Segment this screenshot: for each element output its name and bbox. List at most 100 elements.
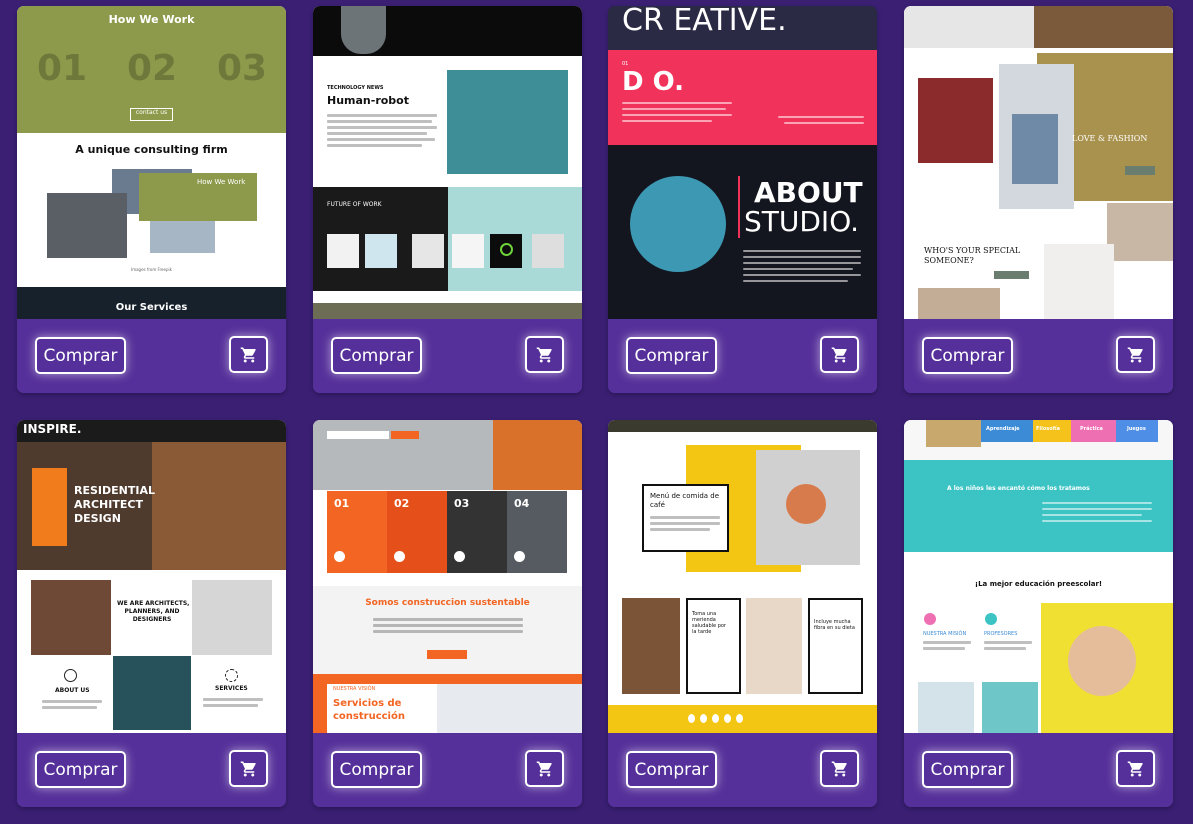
buy-button[interactable]: Comprar: [331, 337, 422, 374]
preview-stairs-image: [152, 442, 286, 570]
preview-number: 03: [217, 48, 268, 89]
preview-image: [918, 288, 1000, 319]
shopping-cart-icon: [536, 347, 552, 362]
preview-mision: NUESTRA MISIÓN: [923, 631, 967, 637]
preview-architects: WE ARE ARCHITECTS,: [117, 600, 190, 607]
preview-email-input: [327, 431, 389, 439]
preview-image: [150, 221, 215, 253]
shopping-cart-icon: [831, 761, 847, 776]
add-to-cart-button[interactable]: [525, 336, 564, 373]
preview-teal-banner: [904, 460, 1173, 552]
preview-tab-label: Juegos: [1127, 426, 1146, 432]
buy-button[interactable]: Comprar: [626, 751, 717, 788]
product-card: LOVE & FASHION WHO'S YOUR SPECIAL SOMEON…: [904, 6, 1173, 393]
egg-icon: [712, 714, 719, 723]
product-card: Menú de comida de café Toma una merienda…: [608, 420, 877, 807]
buy-button[interactable]: Comprar: [922, 751, 1013, 788]
preview-number: 02: [127, 48, 178, 89]
product-card: How We Work 01 02 03 contact us A unique…: [17, 6, 286, 393]
add-to-cart-button[interactable]: [1116, 336, 1155, 373]
arrow-icon: [394, 551, 405, 562]
preview-image: [192, 580, 272, 655]
preview-menu-title: Menú de comida de: [650, 492, 720, 500]
preview-headline: Somos construccion sustentable: [365, 598, 530, 608]
preview-step-number: 04: [514, 497, 530, 510]
add-to-cart-button[interactable]: [525, 750, 564, 787]
preview-special: WHO'S YOUR SPECIAL: [924, 246, 1021, 255]
preview-headline: Human-robot: [327, 94, 409, 107]
preview-services: Our Services: [115, 302, 188, 313]
card-footer: Comprar: [17, 319, 286, 393]
product-card: 01 02 03 04 Somos construccion sustentab…: [313, 420, 582, 807]
shopping-cart-icon: [240, 761, 256, 776]
buy-button[interactable]: Comprar: [331, 751, 422, 788]
add-to-cart-button[interactable]: [229, 336, 268, 373]
preview-creative: CR EATIVE.: [622, 6, 787, 38]
preview-tab-label: Filosofía: [1036, 426, 1060, 432]
preview-residential: RESIDENTIAL: [74, 484, 155, 497]
preview-sandals-image: [1044, 244, 1114, 319]
add-to-cart-button[interactable]: [820, 336, 859, 373]
preview-love-fashion: LOVE & FASHION: [1072, 134, 1148, 143]
arrow-icon: [514, 551, 525, 562]
preview-button: [1125, 166, 1155, 175]
preview-services: SERVICES: [215, 685, 248, 692]
card-footer: Comprar: [17, 733, 286, 807]
buy-button[interactable]: Comprar: [922, 337, 1013, 374]
preview-worker-image: [493, 420, 582, 490]
preview-image: [1034, 6, 1173, 48]
preview-image: [452, 234, 484, 268]
preview-architects: PLANNERS, AND: [124, 608, 180, 615]
preview-robot-image: [447, 70, 568, 174]
template-preview[interactable]: TECHNOLOGY NEWS Human-robot FUTURE OF WO…: [313, 6, 582, 319]
preview-kicker: TECHNOLOGY NEWS: [327, 85, 384, 91]
product-card: CR EATIVE. 01 D O. ABOUT STUDIO. Comprar: [608, 6, 877, 393]
add-to-cart-button[interactable]: [820, 750, 859, 787]
arrow-icon: [334, 551, 345, 562]
preview-headline: ¡La mejor educación preescolar!: [974, 580, 1103, 588]
buy-button[interactable]: Comprar: [35, 751, 126, 788]
preview-coat-image: [1012, 114, 1058, 184]
add-to-cart-button[interactable]: [1116, 750, 1155, 787]
preview-tab-label: Práctica: [1080, 426, 1103, 432]
power-icon: [500, 243, 513, 256]
add-to-cart-button[interactable]: [229, 750, 268, 787]
preview-orange-block: [32, 468, 67, 546]
preview-menu-card: [808, 598, 863, 694]
preview-step-number: 01: [334, 497, 350, 510]
preview-header-image: [608, 420, 877, 432]
preview-step-number: 03: [454, 497, 470, 510]
preview-child-image: [918, 682, 974, 733]
template-preview[interactable]: Menú de comida de café Toma una merienda…: [608, 420, 877, 733]
globe-icon: [64, 669, 77, 682]
preview-portrait-image: [630, 176, 726, 272]
preview-image: [412, 234, 444, 268]
template-preview[interactable]: INSPIRE. RESIDENTIAL ARCHITECT DESIGN WE…: [17, 420, 286, 733]
template-preview[interactable]: 01 02 03 04 Somos construccion sustentab…: [313, 420, 582, 733]
template-preview[interactable]: CR EATIVE. 01 D O. ABOUT STUDIO.: [608, 6, 877, 319]
template-preview[interactable]: Aprendizaje Filosofía Práctica Juegos A …: [904, 420, 1173, 733]
arrow-icon: [454, 551, 465, 562]
preview-image: [113, 656, 191, 730]
preview-banner-text: A los niños les encantó cómo los tratamo…: [947, 485, 1090, 492]
template-preview[interactable]: LOVE & FASHION WHO'S YOUR SPECIAL SOMEON…: [904, 6, 1173, 319]
preview-profesores: PROFESORES: [984, 631, 1018, 637]
card-footer: Comprar: [904, 733, 1173, 807]
preview-number: 01: [37, 48, 88, 89]
teacher-icon: [985, 613, 997, 625]
card-footer: Comprar: [313, 319, 582, 393]
preview-food-image: [786, 484, 826, 524]
egg-icon: [688, 714, 695, 723]
preview-image: [926, 420, 981, 447]
preview-image: [313, 303, 582, 319]
card-footer: Comprar: [608, 733, 877, 807]
preview-submit-button: [391, 431, 419, 439]
buy-button[interactable]: Comprar: [626, 337, 717, 374]
preview-studio: STUDIO.: [744, 205, 859, 238]
preview-food-image: [746, 598, 802, 694]
product-card: TECHNOLOGY NEWS Human-robot FUTURE OF WO…: [313, 6, 582, 393]
template-preview[interactable]: How We Work 01 02 03 contact us A unique…: [17, 6, 286, 319]
preview-inspire: INSPIRE.: [23, 422, 82, 436]
buy-button[interactable]: Comprar: [35, 337, 126, 374]
gear-icon: [225, 669, 238, 682]
